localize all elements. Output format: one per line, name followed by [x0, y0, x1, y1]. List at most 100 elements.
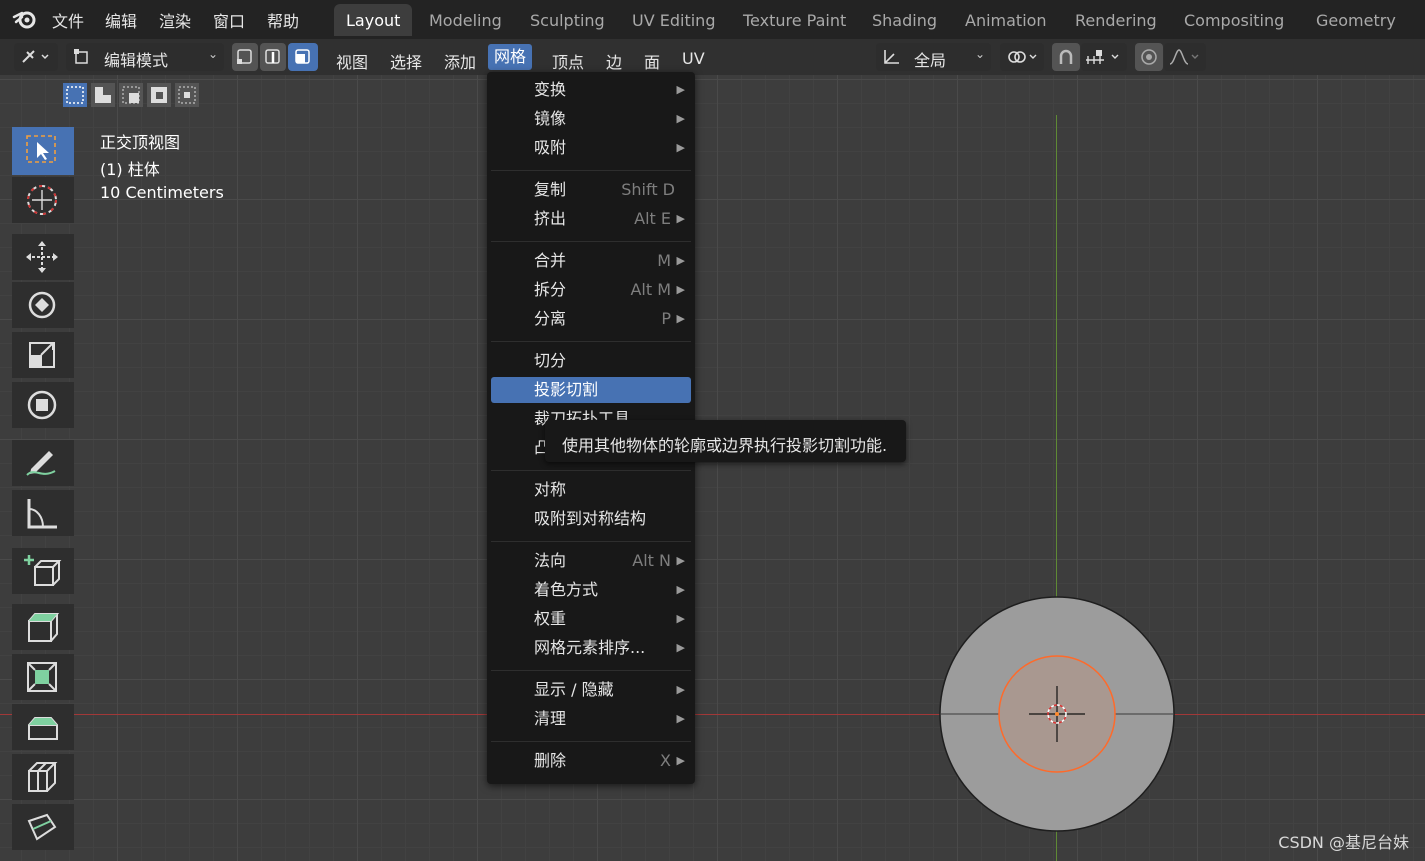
menu-item-symmetrize[interactable]: 对称 [491, 477, 691, 503]
chevron-down-icon: ⌄ [207, 47, 218, 61]
tool-select-box[interactable] [12, 127, 74, 175]
menu-item-snap-to-symmetry[interactable]: 吸附到对称结构 [491, 506, 691, 532]
menu-edit[interactable]: 编辑 [105, 8, 137, 32]
editor-type-button[interactable] [14, 43, 58, 71]
submenu-arrow-icon: ▶ [676, 683, 685, 696]
menu-mesh[interactable]: 网格 [488, 44, 533, 70]
tab-sculpting[interactable]: Sculpting [518, 4, 617, 36]
menu-item-delete[interactable]: 删除 X ▶ [491, 748, 691, 774]
submenu-arrow-icon: ▶ [676, 312, 685, 325]
select-box-mode-subtract[interactable] [119, 83, 143, 107]
menu-item-duplicate[interactable]: 复制 Shift D [491, 177, 691, 203]
tool-move[interactable] [12, 234, 74, 280]
menu-add[interactable]: 添加 [444, 49, 476, 73]
select-new-icon [66, 86, 84, 104]
menu-item-label: 投影切割 [534, 380, 599, 399]
menu-uv[interactable]: UV [682, 49, 705, 68]
vertex-select-button[interactable] [232, 43, 258, 71]
pivot-point-selector[interactable] [1000, 43, 1044, 71]
menu-item-knife-project[interactable]: 投影切割 [491, 377, 691, 403]
orientation-axes-icon [884, 50, 899, 64]
select-box-mode-extend[interactable] [91, 83, 115, 107]
view-name-label: 正交顶视图 [100, 133, 181, 152]
menu-item-mirror[interactable]: 镜像 ▶ [491, 106, 691, 132]
cylinder-object[interactable] [930, 588, 1186, 844]
menu-item-label: 切分 [534, 351, 567, 370]
submenu-arrow-icon: ▶ [676, 212, 685, 225]
menu-vertex[interactable]: 顶点 [552, 49, 584, 73]
mode-selector[interactable]: 编辑模式 ⌄ [66, 43, 224, 71]
menu-item-bisect[interactable]: 切分 [491, 348, 691, 374]
tool-knife[interactable] [12, 804, 74, 850]
menu-edge[interactable]: 边 [606, 49, 622, 73]
tab-layout[interactable]: Layout [334, 4, 413, 36]
select-box-mode-new[interactable] [63, 83, 87, 107]
menu-help[interactable]: 帮助 [267, 8, 299, 32]
menu-item-label: 拆分 [534, 280, 567, 299]
tab-geometry-nodes[interactable]: Geometry Nodes [1304, 4, 1425, 63]
edge-select-icon [265, 49, 280, 64]
submenu-arrow-icon: ▶ [676, 141, 685, 154]
tool-scale[interactable] [12, 332, 74, 378]
tool-loop-cut[interactable] [12, 754, 74, 800]
proportional-falloff-selector[interactable] [1164, 43, 1206, 71]
shortcut-label: Alt M [630, 280, 671, 299]
pivot-link-icon [1008, 51, 1037, 63]
shortcut-label: Shift D [621, 180, 675, 199]
tool-bevel[interactable] [12, 704, 74, 750]
menu-render[interactable]: 渲染 [159, 8, 191, 32]
tab-modeling[interactable]: Modeling [417, 4, 514, 36]
tool-measure[interactable] [12, 490, 74, 536]
menu-item-separate[interactable]: 分离 P ▶ [491, 306, 691, 332]
menu-face[interactable]: 面 [644, 49, 660, 73]
tab-texture-paint[interactable]: Texture Paint [731, 4, 858, 36]
select-box-mode-intersect[interactable] [175, 83, 199, 107]
rotate-icon [28, 291, 56, 319]
edge-select-button[interactable] [260, 43, 286, 71]
submenu-arrow-icon: ▶ [676, 641, 685, 654]
tool-rotate[interactable] [12, 282, 74, 328]
menu-item-sort-elements[interactable]: 网格元素排序... ▶ [491, 635, 691, 661]
tool-transform[interactable] [12, 382, 74, 428]
chevron-down-icon: ⌄ [974, 47, 985, 61]
tool-inset-faces[interactable] [12, 654, 74, 700]
tool-annotate[interactable] [12, 440, 74, 486]
menu-item-snap[interactable]: 吸附 ▶ [491, 135, 691, 161]
menu-item-shading[interactable]: 着色方式 ▶ [491, 577, 691, 603]
scale-icon [29, 342, 55, 368]
menu-item-split[interactable]: 拆分 Alt M ▶ [491, 277, 691, 303]
snap-target-selector[interactable] [1081, 43, 1127, 71]
menu-view[interactable]: 视图 [336, 49, 368, 73]
pencil-icon [26, 451, 56, 476]
tab-compositing[interactable]: Compositing [1172, 4, 1296, 36]
tool-extrude-region[interactable] [12, 604, 74, 650]
menu-item-normals[interactable]: 法向 Alt N ▶ [491, 548, 691, 574]
bevel-icon [28, 717, 58, 740]
face-select-button[interactable] [288, 43, 318, 71]
menu-item-extrude[interactable]: 挤出 Alt E ▶ [491, 206, 691, 232]
menu-file[interactable]: 文件 [52, 8, 84, 32]
select-box-mode-invert[interactable] [147, 83, 171, 107]
blender-logo-icon[interactable] [12, 8, 38, 30]
tab-shading[interactable]: Shading [860, 4, 949, 36]
menu-item-merge[interactable]: 合并 M ▶ [491, 248, 691, 274]
menu-item-clean-up[interactable]: 清理 ▶ [491, 706, 691, 732]
tab-rendering[interactable]: Rendering [1063, 4, 1169, 36]
snap-increment-icon [1086, 50, 1119, 64]
proportional-edit-toggle[interactable] [1135, 43, 1163, 71]
extrude-region-icon [28, 613, 60, 642]
menu-select[interactable]: 选择 [390, 49, 422, 73]
tab-uv-editing[interactable]: UV Editing [620, 4, 727, 36]
tool-add-cube[interactable] [12, 548, 74, 594]
menu-item-weights[interactable]: 权重 ▶ [491, 606, 691, 632]
snap-toggle[interactable] [1052, 43, 1080, 71]
tool-cursor[interactable] [12, 177, 74, 223]
move-arrows-icon [26, 241, 58, 273]
menu-item-show-hide[interactable]: 显示 / 隐藏 ▶ [491, 677, 691, 703]
tab-animation[interactable]: Animation [953, 4, 1059, 36]
menu-item-transform[interactable]: 变换 ▶ [491, 77, 691, 103]
transform-orientation-selector[interactable]: 全局 ⌄ [876, 43, 991, 71]
select-intersect-icon [178, 86, 196, 104]
menu-item-label: 合并 [534, 251, 567, 270]
menu-window[interactable]: 窗口 [213, 8, 245, 32]
